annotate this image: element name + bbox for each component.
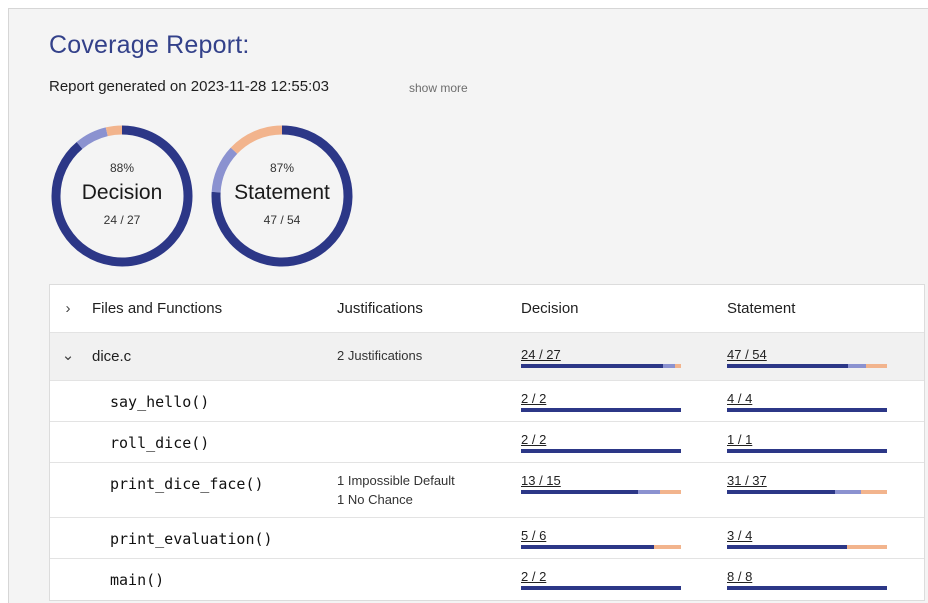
covered-segment	[521, 490, 639, 494]
covered-segment	[727, 490, 836, 494]
function-decision-metric: 2 / 2	[521, 568, 681, 590]
header-decision: Decision	[521, 300, 579, 317]
covered-segment	[521, 408, 681, 412]
covered-segment	[727, 364, 849, 368]
file-decision-metric: 24 / 27	[521, 346, 681, 368]
justification-entry[interactable]: 1 Impossible Default	[337, 471, 455, 490]
file-decision-bar	[521, 364, 681, 368]
show-more-link[interactable]: show more	[409, 81, 468, 95]
function-statement-value[interactable]: 8 / 8	[727, 569, 752, 584]
page-title: Coverage Report:	[49, 31, 250, 59]
function-decision-metric: 5 / 6	[521, 527, 681, 549]
coverage-report-page: Coverage Report: Report generated on 202…	[8, 8, 928, 603]
statement-gauge-label: Statement	[234, 181, 330, 204]
covered-segment	[727, 449, 887, 453]
function-name[interactable]: main()	[110, 571, 164, 589]
justified-segment	[663, 364, 676, 368]
function-statement-value[interactable]: 3 / 4	[727, 528, 752, 543]
function-name[interactable]: say_hello()	[110, 393, 209, 411]
function-statement-bar	[727, 449, 887, 453]
function-row-say-hello[interactable]: say_hello() 2 / 2 4 / 4	[50, 381, 924, 422]
uncovered-segment	[654, 545, 681, 549]
function-decision-bar	[521, 449, 681, 453]
chevron-down-icon[interactable]: ⌄	[61, 346, 75, 364]
file-name[interactable]: dice.c	[92, 348, 131, 365]
justified-arc	[76, 127, 108, 150]
covered-segment	[727, 545, 847, 549]
justified-segment	[848, 364, 867, 368]
function-name[interactable]: print_evaluation()	[110, 530, 273, 548]
file-decision-value[interactable]: 24 / 27	[521, 347, 561, 362]
function-statement-bar	[727, 408, 887, 412]
uncovered-segment	[861, 490, 887, 494]
function-decision-metric: 2 / 2	[521, 431, 681, 453]
function-row-roll-dice[interactable]: roll_dice() 2 / 2 1 / 1	[50, 422, 924, 463]
function-decision-bar	[521, 545, 681, 549]
function-decision-value[interactable]: 2 / 2	[521, 569, 546, 584]
file-statement-bar	[727, 364, 887, 368]
function-statement-value[interactable]: 4 / 4	[727, 391, 752, 406]
chevron-right-icon[interactable]: ›	[61, 300, 75, 317]
function-decision-metric: 2 / 2	[521, 390, 681, 412]
function-decision-bar	[521, 586, 681, 590]
covered-segment	[727, 408, 887, 412]
statement-fraction: 47 / 54	[263, 213, 301, 227]
uncovered-arc	[105, 125, 123, 137]
function-statement-metric: 4 / 4	[727, 390, 887, 412]
covered-segment	[521, 449, 681, 453]
header-files-functions: Files and Functions	[92, 300, 223, 317]
function-statement-value[interactable]: 31 / 37	[727, 473, 767, 488]
function-row-print-evaluation[interactable]: print_evaluation() 5 / 6 3 / 4	[50, 518, 924, 559]
uncovered-segment	[847, 545, 887, 549]
file-statement-metric: 47 / 54	[727, 346, 887, 368]
decision-gauge: 88% Decision 24 / 27	[49, 123, 195, 269]
statement-gauge: 87% Statement 47 / 54	[209, 123, 355, 269]
function-decision-value[interactable]: 2 / 2	[521, 391, 546, 406]
function-statement-value[interactable]: 1 / 1	[727, 432, 752, 447]
report-generated-text: Report generated on 2023-11-28 12:55:03	[49, 78, 329, 95]
covered-segment	[521, 545, 655, 549]
function-name[interactable]: roll_dice()	[110, 434, 209, 452]
function-statement-metric: 3 / 4	[727, 527, 887, 549]
function-decision-value[interactable]: 2 / 2	[521, 432, 546, 447]
function-decision-value[interactable]: 5 / 6	[521, 528, 546, 543]
function-statement-bar	[727, 545, 887, 549]
function-decision-value[interactable]: 13 / 15	[521, 473, 561, 488]
function-justifications: 1 Impossible Default 1 No Chance	[337, 471, 455, 509]
decision-percent: 88%	[109, 161, 135, 175]
function-row-print-dice-face[interactable]: print_dice_face() 1 Impossible Default 1…	[50, 463, 924, 518]
decision-fraction: 24 / 27	[103, 213, 141, 227]
table-header-row: › Files and Functions Justifications Dec…	[50, 285, 924, 333]
function-name[interactable]: print_dice_face()	[110, 475, 264, 493]
function-statement-bar	[727, 490, 887, 494]
coverage-table: › Files and Functions Justifications Dec…	[49, 284, 925, 601]
function-decision-metric: 13 / 15	[521, 472, 681, 494]
uncovered-segment	[659, 490, 681, 494]
function-statement-bar	[727, 586, 887, 590]
uncovered-arc	[230, 125, 283, 154]
uncovered-segment	[675, 364, 681, 368]
function-statement-metric: 31 / 37	[727, 472, 887, 494]
function-statement-metric: 1 / 1	[727, 431, 887, 453]
function-decision-bar	[521, 408, 681, 412]
covered-segment	[521, 586, 681, 590]
function-statement-metric: 8 / 8	[727, 568, 887, 590]
covered-segment	[521, 364, 664, 368]
statement-percent: 87%	[269, 161, 295, 175]
file-justifications: 2 Justifications	[337, 348, 423, 363]
decision-gauge-label: Decision	[81, 181, 163, 204]
uncovered-segment	[866, 364, 887, 368]
file-statement-value[interactable]: 47 / 54	[727, 347, 767, 362]
function-row-main[interactable]: main() 2 / 2 8 / 8	[50, 559, 924, 600]
justified-segment	[638, 490, 660, 494]
function-decision-bar	[521, 490, 681, 494]
header-justifications: Justifications	[337, 300, 423, 317]
covered-segment	[727, 586, 887, 590]
justification-entry[interactable]: 1 No Chance	[337, 490, 455, 509]
file-row-dice-c[interactable]: ⌄ dice.c 2 Justifications 24 / 27 47 / 5…	[50, 333, 924, 381]
justified-segment	[835, 490, 862, 494]
header-statement: Statement	[727, 300, 796, 317]
